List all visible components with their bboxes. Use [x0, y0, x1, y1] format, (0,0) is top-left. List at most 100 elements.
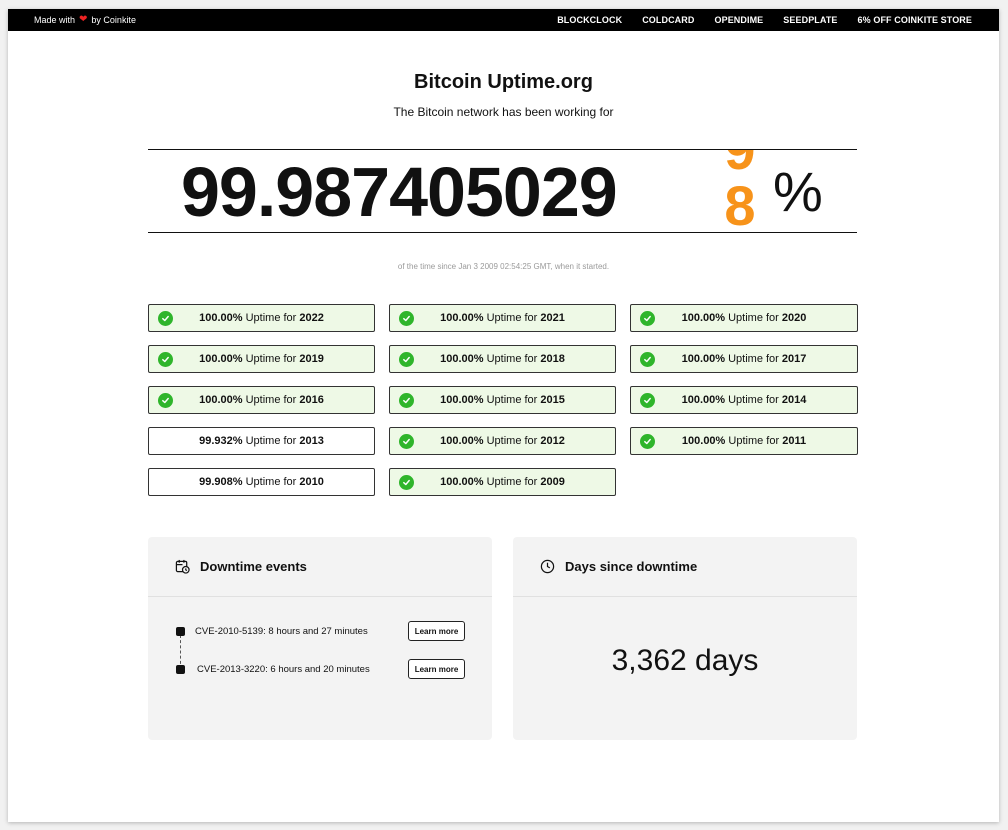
top-nav-links: BLOCKCLOCK COLDCARD OPENDIME SEEDPLATE 6…	[557, 15, 972, 25]
made-suffix: by Coinkite	[91, 15, 136, 25]
year-uptime-label: 100.00% Uptime for 2016	[199, 394, 324, 406]
nav-link-opendime[interactable]: OPENDIME	[714, 15, 763, 25]
year-uptime-2017: 100.00% Uptime for 2017	[630, 345, 858, 373]
calendar-clock-icon	[174, 559, 190, 575]
days-since-title: Days since downtime	[565, 559, 698, 574]
uptime-percent: 100.00%	[199, 353, 243, 365]
timeline-dot	[176, 665, 185, 674]
days-since-card: Days since downtime 3,362 days	[513, 537, 857, 740]
check-circle-icon	[158, 352, 173, 367]
since-caption: of the time since Jan 3 2009 02:54:25 GM…	[397, 262, 610, 271]
uptime-for-text: Uptime for	[486, 435, 538, 447]
uptime-for-text: Uptime for	[486, 394, 538, 406]
uptime-percent: 100.00%	[681, 394, 726, 406]
uptime-for-text: Uptime for	[486, 353, 538, 365]
year-uptime-2014: 100.00% Uptime for 2014	[630, 386, 858, 414]
year-uptime-label: 99.932% Uptime for 2013	[199, 435, 324, 447]
year-uptime-label: 100.00% Uptime for 2011	[682, 435, 806, 447]
year-uptime-label: 100.00% Uptime for 2014	[682, 394, 807, 406]
uptime-number: 99.987405029	[181, 153, 618, 231]
uptime-for-text: Uptime for	[245, 353, 297, 365]
uptime-year: 2020	[781, 312, 807, 324]
year-uptime-2015: 100.00% Uptime for 2015	[389, 386, 616, 414]
year-uptime-2016: 100.00% Uptime for 2016	[148, 386, 375, 414]
learn-more-button[interactable]: Learn more	[408, 659, 465, 679]
uptime-for-text: Uptime for	[245, 476, 297, 488]
nav-link-blockclock[interactable]: BLOCKCLOCK	[557, 15, 622, 25]
year-uptime-2013: 99.932% Uptime for 2013	[148, 427, 375, 455]
uptime-year: 2013	[299, 435, 324, 447]
uptime-year: 2011	[782, 435, 807, 447]
uptime-year: 2015	[540, 394, 565, 406]
year-uptime-grid: 100.00% Uptime for 2022 100.00% Uptime fo…	[148, 304, 858, 496]
check-circle-icon	[640, 434, 655, 449]
rolling-digit: 8	[724, 174, 756, 233]
made-prefix: Made with	[34, 15, 76, 25]
page-subtitle: The Bitcoin network has been working for	[393, 105, 614, 119]
days-since-value: 3,362 days	[611, 644, 759, 677]
uptime-percent: 100.00%	[681, 435, 726, 447]
year-uptime-label: 100.00% Uptime for 2017	[682, 353, 807, 365]
percent-sign: %	[773, 160, 823, 223]
heart-icon: ❤	[79, 14, 88, 25]
nav-link-seedplate[interactable]: SEEDPLATE	[783, 15, 837, 25]
uptime-percent: 100.00%	[199, 312, 243, 324]
clock-icon	[539, 559, 555, 575]
year-uptime-label: 100.00% Uptime for 2015	[440, 394, 565, 406]
uptime-year: 2009	[540, 476, 565, 488]
uptime-year: 2022	[299, 312, 324, 324]
made-with-credit[interactable]: Made with ❤ by Coinkite	[34, 14, 136, 26]
nav-link-coldcard[interactable]: COLDCARD	[642, 15, 694, 25]
year-uptime-label: 100.00% Uptime for 2012	[440, 435, 565, 447]
uptime-for-text: Uptime for	[728, 394, 779, 406]
uptime-percent: 100.00%	[440, 353, 484, 365]
uptime-year: 2021	[540, 312, 565, 324]
event-label: CVE-2013-3220: 6 hours and 20 minutes	[197, 664, 370, 675]
uptime-year: 2018	[540, 353, 565, 365]
year-uptime-label: 100.00% Uptime for 2009	[440, 476, 565, 488]
year-uptime-2009: 100.00% Uptime for 2009	[389, 468, 616, 496]
check-circle-icon	[399, 311, 414, 326]
check-circle-icon	[399, 352, 414, 367]
check-circle-icon	[399, 475, 414, 490]
learn-more-button[interactable]: Learn more	[408, 621, 465, 641]
year-uptime-2022: 100.00% Uptime for 2022	[148, 304, 375, 332]
uptime-year: 2010	[299, 476, 324, 488]
uptime-year: 2016	[299, 394, 324, 406]
uptime-for-text: Uptime for	[728, 435, 780, 447]
check-circle-icon	[158, 393, 173, 408]
year-uptime-label: 100.00% Uptime for 2021	[440, 312, 565, 324]
uptime-year: 2019	[299, 353, 324, 365]
uptime-counter: 99.987405029 9 8 %	[148, 149, 857, 233]
uptime-for-text: Uptime for	[245, 312, 297, 324]
nav-link-coinkite-store[interactable]: 6% OFF COINKITE STORE	[858, 15, 972, 25]
uptime-for-text: Uptime for	[245, 394, 297, 406]
check-circle-icon	[399, 393, 414, 408]
uptime-percent: 100.00%	[681, 353, 726, 365]
year-uptime-2018: 100.00% Uptime for 2018	[389, 345, 616, 373]
year-uptime-label: 100.00% Uptime for 2020	[682, 312, 807, 324]
year-uptime-2019: 100.00% Uptime for 2019	[148, 345, 375, 373]
uptime-percent: 99.908%	[199, 476, 243, 488]
uptime-for-text: Uptime for	[728, 353, 779, 365]
rolling-digits: 9 8	[718, 150, 762, 233]
year-uptime-label: 100.00% Uptime for 2019	[199, 353, 324, 365]
year-uptime-2010: 99.908% Uptime for 2010	[148, 468, 375, 496]
uptime-year: 2014	[781, 394, 807, 406]
uptime-percent: 100.00%	[440, 394, 484, 406]
year-uptime-2020: 100.00% Uptime for 2020	[630, 304, 858, 332]
downtime-events-title: Downtime events	[200, 559, 307, 574]
check-circle-icon	[640, 393, 655, 408]
uptime-year: 2017	[781, 353, 807, 365]
uptime-for-text: Uptime for	[486, 476, 538, 488]
days-since-header: Days since downtime	[513, 537, 857, 597]
year-uptime-label: 99.908% Uptime for 2010	[199, 476, 324, 488]
uptime-for-text: Uptime for	[245, 435, 297, 447]
page-title: Bitcoin Uptime.org	[414, 71, 593, 93]
timeline-dot	[176, 627, 185, 636]
uptime-percent: 100.00%	[199, 394, 243, 406]
page: Made with ❤ by Coinkite BLOCKCLOCK COLDC…	[8, 9, 999, 822]
uptime-for-text: Uptime for	[486, 312, 538, 324]
uptime-percent: 100.00%	[440, 435, 484, 447]
check-circle-icon	[640, 352, 655, 367]
